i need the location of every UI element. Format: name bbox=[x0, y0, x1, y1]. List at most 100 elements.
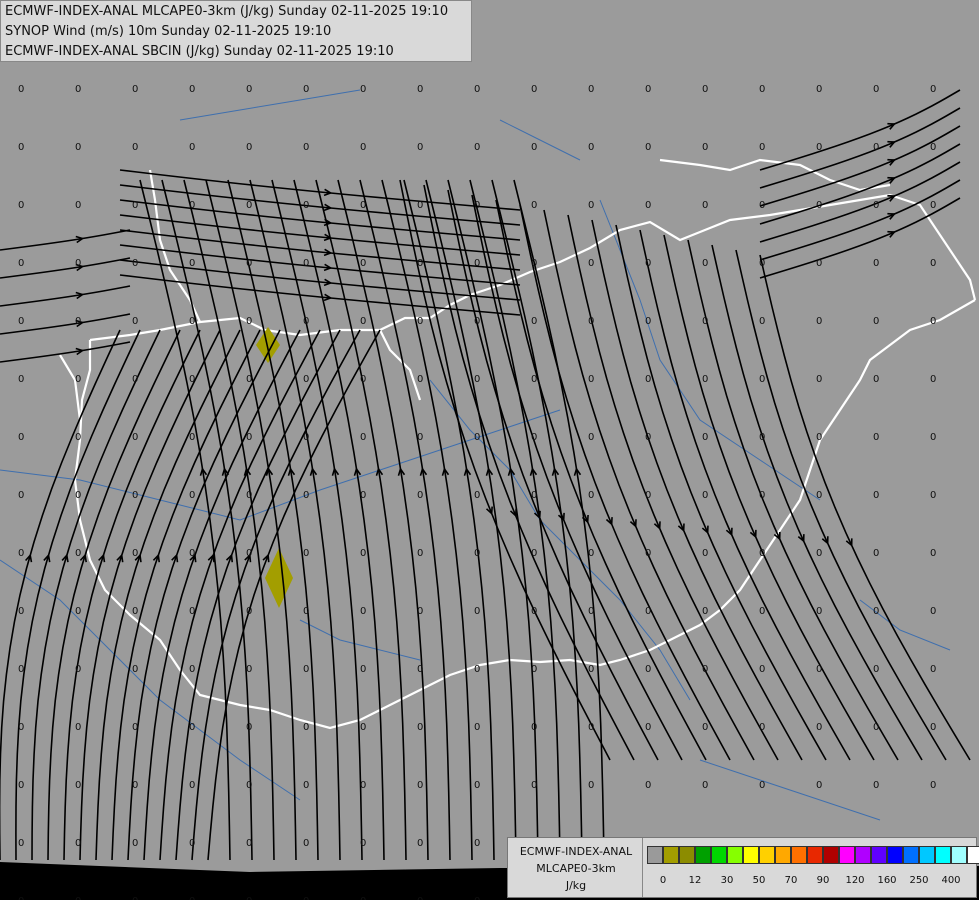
sbcin-value: 0 bbox=[18, 896, 24, 900]
sbcin-value: 0 bbox=[531, 664, 537, 675]
sbcin-value: 0 bbox=[18, 432, 24, 443]
sbcin-value: 0 bbox=[75, 548, 81, 559]
sbcin-value: 0 bbox=[132, 606, 138, 617]
sbcin-value: 0 bbox=[759, 432, 765, 443]
sbcin-value: 0 bbox=[645, 316, 651, 327]
sbcin-value: 0 bbox=[18, 722, 24, 733]
legend-model: ECMWF-INDEX-ANAL bbox=[519, 845, 633, 858]
sbcin-value: 0 bbox=[873, 664, 879, 675]
sbcin-value: 0 bbox=[246, 316, 252, 327]
sbcin-value: 0 bbox=[303, 606, 309, 617]
legend-swatch bbox=[919, 846, 935, 864]
sbcin-value: 0 bbox=[930, 374, 936, 385]
sbcin-value: 0 bbox=[873, 432, 879, 443]
sbcin-value: 0 bbox=[873, 142, 879, 153]
sbcin-value: 0 bbox=[645, 432, 651, 443]
sbcin-value: 0 bbox=[588, 780, 594, 791]
sbcin-value: 0 bbox=[873, 490, 879, 501]
sbcin-value: 0 bbox=[930, 142, 936, 153]
sbcin-value: 0 bbox=[132, 374, 138, 385]
sbcin-value: 0 bbox=[303, 722, 309, 733]
sbcin-value: 0 bbox=[816, 664, 822, 675]
sbcin-value: 0 bbox=[930, 84, 936, 95]
sbcin-value: 0 bbox=[930, 664, 936, 675]
legend-swatch bbox=[967, 846, 979, 864]
sbcin-value: 0 bbox=[132, 780, 138, 791]
sbcin-value: 0 bbox=[588, 316, 594, 327]
sbcin-value: 0 bbox=[132, 200, 138, 211]
legend-tick-label: 160 bbox=[877, 875, 897, 886]
legend-swatch bbox=[855, 846, 871, 864]
sbcin-value: 0 bbox=[360, 432, 366, 443]
sbcin-value: 0 bbox=[816, 374, 822, 385]
sbcin-value: 0 bbox=[816, 200, 822, 211]
sbcin-value: 0 bbox=[360, 316, 366, 327]
sbcin-value: 0 bbox=[645, 84, 651, 95]
sbcin-value: 0 bbox=[303, 142, 309, 153]
sbcin-value: 0 bbox=[759, 490, 765, 501]
sbcin-value: 0 bbox=[75, 374, 81, 385]
sbcin-value: 0 bbox=[303, 838, 309, 849]
sbcin-value: 0 bbox=[531, 548, 537, 559]
sbcin-value: 0 bbox=[246, 722, 252, 733]
legend-swatch bbox=[791, 846, 807, 864]
sbcin-value: 0 bbox=[18, 316, 24, 327]
sbcin-value: 0 bbox=[75, 722, 81, 733]
legend-swatch bbox=[679, 846, 695, 864]
sbcin-value: 0 bbox=[360, 606, 366, 617]
sbcin-value: 0 bbox=[702, 664, 708, 675]
sbcin-value: 0 bbox=[189, 200, 195, 211]
sbcin-value: 0 bbox=[645, 142, 651, 153]
legend-swatch bbox=[711, 846, 727, 864]
sbcin-value: 0 bbox=[189, 780, 195, 791]
sbcin-value: 0 bbox=[759, 664, 765, 675]
sbcin-value: 0 bbox=[816, 490, 822, 501]
sbcin-value: 0 bbox=[702, 722, 708, 733]
legend-tick-label: 90 bbox=[816, 875, 830, 886]
sbcin-value: 0 bbox=[303, 780, 309, 791]
sbcin-value: 0 bbox=[702, 606, 708, 617]
sbcin-value: 0 bbox=[930, 200, 936, 211]
sbcin-value: 0 bbox=[189, 606, 195, 617]
sbcin-value: 0 bbox=[930, 432, 936, 443]
sbcin-value: 0 bbox=[18, 374, 24, 385]
sbcin-value: 0 bbox=[474, 374, 480, 385]
sbcin-value: 0 bbox=[303, 548, 309, 559]
sbcin-value: 0 bbox=[588, 606, 594, 617]
sbcin-value: 0 bbox=[75, 838, 81, 849]
sbcin-value: 0 bbox=[18, 780, 24, 791]
sbcin-value: 0 bbox=[816, 780, 822, 791]
sbcin-value: 0 bbox=[702, 374, 708, 385]
sbcin-value: 0 bbox=[132, 258, 138, 269]
sbcin-value: 0 bbox=[930, 316, 936, 327]
sbcin-value: 0 bbox=[246, 664, 252, 675]
sbcin-value: 0 bbox=[189, 258, 195, 269]
sbcin-value: 0 bbox=[417, 490, 423, 501]
sbcin-value: 0 bbox=[417, 548, 423, 559]
sbcin-value: 0 bbox=[303, 84, 309, 95]
legend-swatch bbox=[839, 846, 855, 864]
sbcin-value: 0 bbox=[759, 258, 765, 269]
sbcin-value: 0 bbox=[531, 200, 537, 211]
sbcin-value: 0 bbox=[588, 84, 594, 95]
sbcin-value: 0 bbox=[531, 780, 537, 791]
sbcin-value: 0 bbox=[702, 780, 708, 791]
sbcin-value: 0 bbox=[246, 490, 252, 501]
sbcin-value: 0 bbox=[816, 84, 822, 95]
sbcin-value: 0 bbox=[474, 432, 480, 443]
sbcin-value: 0 bbox=[246, 432, 252, 443]
sbcin-value: 0 bbox=[816, 548, 822, 559]
sbcin-value: 0 bbox=[303, 316, 309, 327]
sbcin-value: 0 bbox=[246, 84, 252, 95]
sbcin-value: 0 bbox=[132, 84, 138, 95]
sbcin-value: 0 bbox=[303, 432, 309, 443]
sbcin-value: 0 bbox=[759, 142, 765, 153]
sbcin-value: 0 bbox=[246, 374, 252, 385]
sbcin-value: 0 bbox=[759, 780, 765, 791]
sbcin-value: 0 bbox=[360, 84, 366, 95]
sbcin-value: 0 bbox=[75, 432, 81, 443]
sbcin-value: 0 bbox=[645, 780, 651, 791]
legend-swatch bbox=[743, 846, 759, 864]
sbcin-value: 0 bbox=[873, 606, 879, 617]
legend-swatch bbox=[871, 846, 887, 864]
